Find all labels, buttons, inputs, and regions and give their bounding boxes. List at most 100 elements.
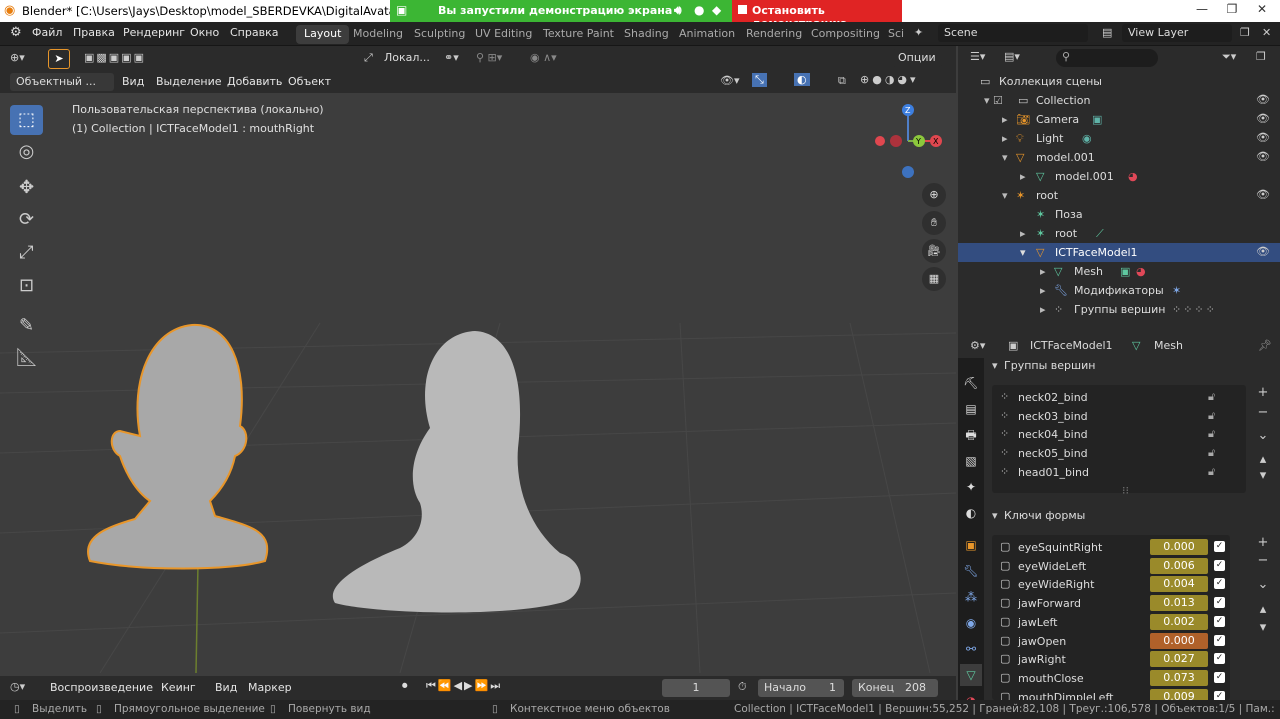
select-box-tool-icon[interactable]: ⬚ [10, 105, 43, 135]
view-layer-selector[interactable]: View Layer [1122, 24, 1232, 42]
pan-hand-icon[interactable]: ✋︎ [922, 211, 946, 235]
eye-icon[interactable]: 👁︎ [1256, 188, 1270, 201]
menu-edit[interactable]: Правка [73, 26, 115, 39]
measure-tool-icon[interactable]: 📐︎ [10, 343, 43, 373]
list-resize-handle[interactable]: ⁝⁝ [1122, 484, 1129, 497]
move-tool-icon[interactable]: ✥ [10, 173, 43, 203]
transform-orientation[interactable]: Локал... [384, 51, 430, 64]
particles-tab-icon[interactable]: ⁂ [960, 586, 982, 608]
outliner-row-mesh[interactable]: ▸ ▽ Mesh ▣ ◕ [958, 262, 1280, 281]
physics-tab-icon[interactable]: ◉ [960, 612, 982, 634]
vertex-group-menu-button[interactable]: ⌄ [1255, 428, 1271, 444]
eye-icon[interactable]: 👁︎ [1256, 93, 1270, 106]
snap-icon[interactable]: ⚲ ⊞▾ [476, 51, 502, 64]
outliner-row-pose[interactable]: ✶ Поза [958, 205, 1280, 224]
shape-key-row[interactable]: ▢ eyeSquintRight 0.000 ✓ [996, 538, 1225, 557]
scene-selector[interactable]: Scene [938, 24, 1088, 42]
move-up-button[interactable]: ▴ [1255, 452, 1271, 468]
shape-key-row[interactable]: ▢ jawRight 0.027 ✓ [996, 650, 1225, 669]
menu-object[interactable]: Объект [288, 75, 331, 88]
clock-icon[interactable]: ⏱ [738, 680, 747, 694]
mode-selector[interactable]: Объектный ... [10, 73, 114, 91]
shape-key-value-field[interactable]: 0.013 [1150, 595, 1208, 612]
orientation-icon[interactable]: ⤢ [364, 51, 373, 65]
ortho-grid-icon[interactable]: ▦ [922, 267, 946, 291]
tab-uv-editing[interactable]: UV Editing [467, 25, 540, 44]
shape-key-row[interactable]: ▢ mouthClose 0.073 ✓ [996, 669, 1225, 688]
eye-icon[interactable]: 👁︎ [1256, 112, 1270, 125]
tool-tab-icon[interactable]: ⛏ [960, 372, 982, 394]
marker-menu[interactable]: Маркер [248, 681, 292, 694]
remove-vertex-group-button[interactable]: − [1255, 405, 1271, 421]
tab-rendering[interactable]: Rendering [738, 25, 810, 44]
add-vertex-group-button[interactable]: + [1255, 385, 1271, 401]
shape-key-value-field[interactable]: 0.000 [1150, 632, 1208, 649]
menu-render[interactable]: Рендеринг [123, 26, 185, 39]
light-data-icon[interactable]: ◉ [1082, 132, 1092, 145]
camera-data-icon[interactable]: ▣ [1092, 113, 1102, 126]
vertex-group-row[interactable]: ⁘ head01_bind 🔓︎ [996, 463, 1238, 482]
annotate-tool-icon[interactable]: ✎ [10, 311, 43, 341]
filter-icon[interactable]: ⏷▾ [1222, 50, 1236, 64]
shading-mode-icons[interactable]: ⊕●◑◕▾ [860, 73, 919, 86]
outliner-row-root[interactable]: ▾ ✶ root 👁︎ [958, 186, 1280, 205]
shape-key-row[interactable]: ▢ eyeWideLeft 0.006 ✓ [996, 557, 1225, 576]
cursor-tool-icon[interactable]: ◎ [10, 137, 43, 167]
navigation-gizmo[interactable]: Z Y X [868, 101, 948, 181]
menu-help[interactable]: Справка [230, 26, 278, 39]
vertex-groups-panel-chevron-icon[interactable]: ▾ [992, 359, 998, 372]
properties-editor-icon[interactable]: ⚙▾ [970, 339, 985, 352]
tab-animation[interactable]: Animation [671, 25, 743, 44]
mesh-data-tab-icon[interactable]: ▽ [960, 664, 982, 686]
keying-menu[interactable]: Кеинг [161, 681, 196, 694]
outliner-row-light[interactable]: ▸ 💡︎ Light ◉ 👁︎ [958, 129, 1280, 148]
3d-viewport[interactable]: ⬚ ◎ ✥ ⟳ ⤢ ⊡ ✎ 📐︎ Пользовательская перспе… [0, 93, 956, 673]
outliner-row-vertex-groups[interactable]: ▸ ⁘ Группы вершин ⁘⁘⁘⁘ [958, 300, 1280, 319]
outliner-row-armature[interactable]: ▸ ✶ root ⟋ [958, 224, 1280, 243]
close-button[interactable]: ✕ [1252, 2, 1272, 20]
remove-shape-key-button[interactable]: − [1255, 553, 1271, 569]
lock-icon[interactable]: 🔓︎ [1208, 409, 1215, 423]
outliner-row-model001-mesh[interactable]: ▸ ▽ model.001 ◕ [958, 167, 1280, 186]
shape-key-mute-checkbox[interactable]: ✓ [1214, 615, 1225, 627]
lock-icon[interactable]: 🔓︎ [1208, 446, 1215, 460]
pin-icon[interactable]: 📌︎ [1258, 339, 1272, 352]
eye-icon[interactable]: 👁︎ [1256, 131, 1270, 144]
tab-compositing[interactable]: Compositing [803, 25, 888, 44]
scene-tab-icon[interactable]: ✦ [960, 476, 982, 498]
output-tab-icon[interactable]: 🖶︎ [960, 424, 982, 446]
select-tool-icon[interactable]: ➤ [48, 49, 70, 69]
constraints-tab-icon[interactable]: ⚯ [960, 638, 982, 660]
new-collection-icon[interactable]: ❐ [1256, 50, 1266, 63]
tab-scripting[interactable]: Sci [880, 25, 912, 44]
bone-icon[interactable]: ⟋ [1096, 227, 1104, 241]
camera-view-icon[interactable]: 🎥︎ [922, 239, 946, 263]
vertex-group-row[interactable]: ⁘ neck03_bind 🔓︎ [996, 407, 1238, 426]
copy-icon[interactable]: ❐ [1240, 26, 1250, 39]
eye-icon[interactable]: 👁︎ [1256, 150, 1270, 163]
minimize-button[interactable]: — [1192, 2, 1212, 20]
shape-key-value-field[interactable]: 0.004 [1150, 576, 1208, 593]
outliner-row-camera[interactable]: ▸ 📷︎ Camera ▣ 👁︎ [958, 110, 1280, 129]
playback-controls-icons[interactable]: ⏮⏪◀▶⏩⏭ [426, 679, 502, 693]
blender-menu-icon[interactable]: ⚙ [10, 25, 22, 40]
shape-key-value-field[interactable]: 0.027 [1150, 651, 1208, 668]
select-mode-icons[interactable]: ▣▩▣▣▣ [84, 51, 146, 64]
maximize-button[interactable]: ❐ [1222, 2, 1242, 20]
shape-key-mute-checkbox[interactable]: ✓ [1214, 559, 1225, 571]
rotate-tool-icon[interactable]: ⟳ [10, 205, 43, 235]
shape-key-mute-checkbox[interactable]: ✓ [1214, 653, 1225, 665]
modifier-tab-icon[interactable]: 🔧︎ [960, 560, 982, 582]
move-down-button[interactable]: ▾ [1255, 468, 1271, 484]
material-icon[interactable]: ◕ [1136, 265, 1146, 278]
shape-key-move-up-button[interactable]: ▴ [1255, 602, 1271, 618]
vertex-groups-panel-title[interactable]: Группы вершин [1004, 359, 1095, 372]
record-icon[interactable]: ⏺ [402, 679, 408, 693]
menu-view[interactable]: Вид [122, 75, 144, 88]
menu-add[interactable]: Добавить [227, 75, 282, 88]
transform-tool-icon[interactable]: ⊡ [10, 271, 43, 301]
end-frame-field[interactable]: Конец 208 [852, 679, 938, 697]
outliner-search-input[interactable]: ⚲ [1056, 49, 1158, 67]
vertex-group-icons[interactable]: ⁘⁘⁘⁘ [1172, 303, 1217, 316]
shape-key-mute-checkbox[interactable]: ✓ [1214, 597, 1225, 609]
